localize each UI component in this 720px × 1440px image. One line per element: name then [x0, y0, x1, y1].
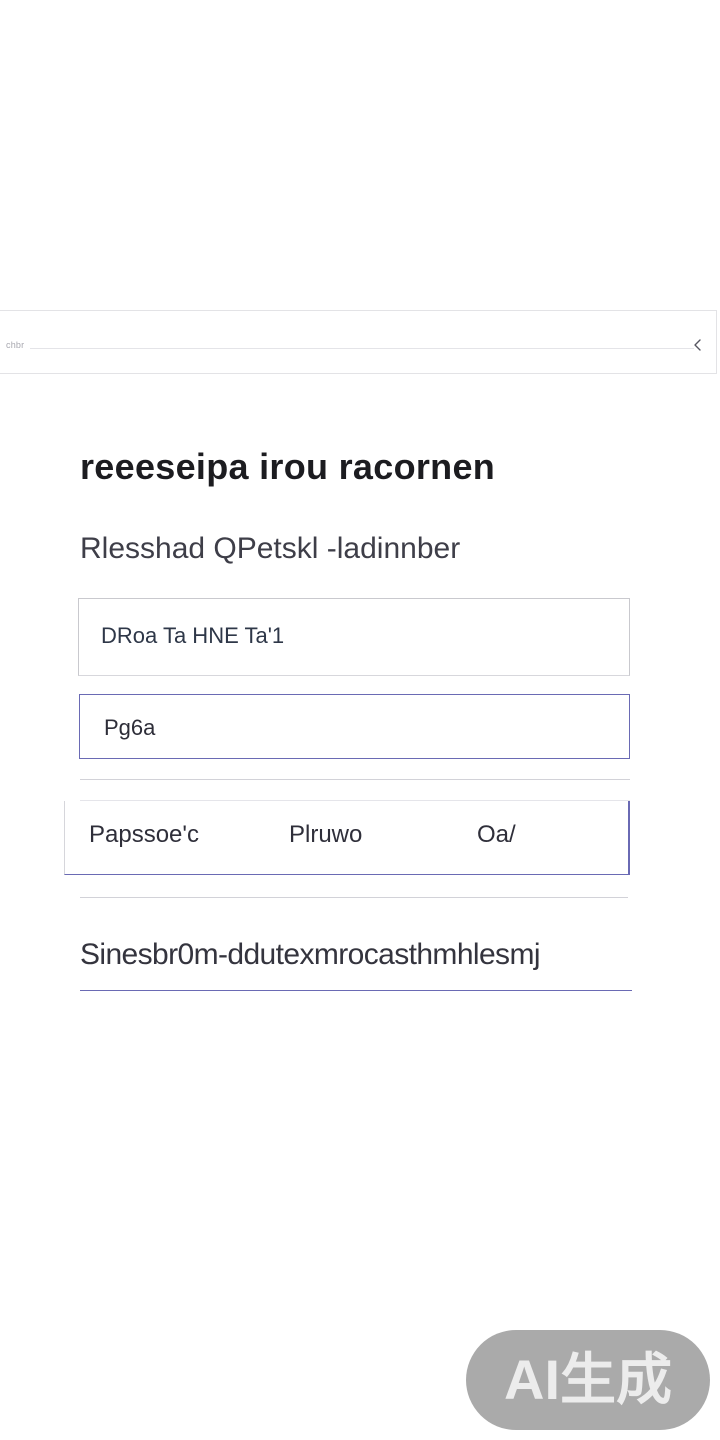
page-title: reeeseipa irou racornen	[80, 446, 496, 487]
divider	[80, 897, 628, 898]
nav-hint: chbr	[6, 340, 25, 350]
watermark-text: AI生成	[504, 1348, 672, 1411]
page-subtitle: Rlesshad QPetskl -ladinnber	[80, 532, 461, 565]
name-input-value: DRoa Ta HNE Ta'1	[101, 623, 285, 648]
chevron-left-icon-svg	[694, 339, 701, 351]
footnote-underline	[80, 990, 632, 991]
top-nav-bar: chbr	[0, 310, 717, 374]
option-selector[interactable]: Papssoe'c Plruwo Oa/	[64, 801, 630, 875]
divider	[80, 779, 630, 780]
password-input[interactable]: Pg6a	[79, 694, 630, 759]
name-input[interactable]: DRoa Ta HNE Ta'1	[78, 598, 630, 676]
password-input-value: Pg6a	[104, 715, 156, 740]
option-3[interactable]: Oa/	[477, 821, 516, 849]
chevron-left-icon[interactable]	[690, 335, 706, 355]
option-1[interactable]: Papssoe'c	[89, 821, 199, 849]
footnote-link[interactable]: Sinesbr0m-ddutexmrocasthmhlesmj	[80, 938, 632, 972]
ai-watermark-badge: AI生成	[466, 1330, 710, 1430]
selector-left-edge	[65, 801, 79, 874]
nav-divider	[30, 348, 694, 349]
option-2[interactable]: Plruwo	[289, 821, 362, 849]
